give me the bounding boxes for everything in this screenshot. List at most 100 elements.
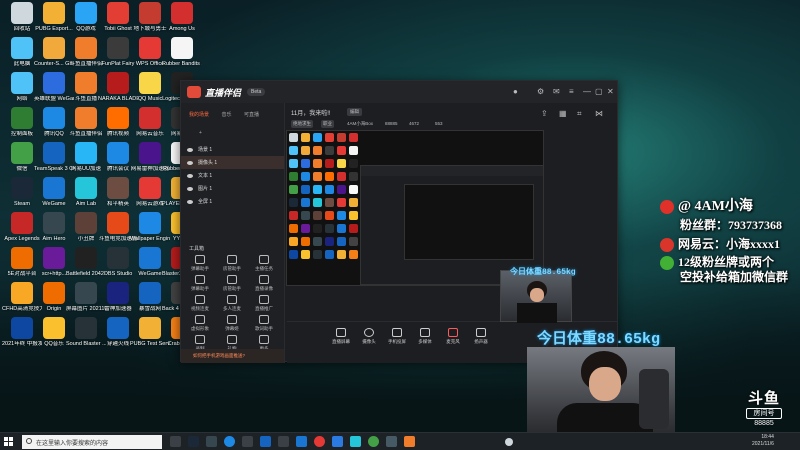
source-camera[interactable]: 摄像头 1: [181, 156, 284, 169]
tool-button[interactable]: 歌词助手: [249, 315, 279, 332]
app-icon: [75, 177, 97, 199]
room-name: 4AM小海Box: [347, 121, 374, 126]
edit-title-button[interactable]: 编辑: [347, 108, 362, 116]
tool-icon: [227, 315, 237, 324]
taskbar-search-input[interactable]: 在这里输入你要搜索的内容: [22, 435, 162, 449]
camera-button[interactable]: 摄像头: [355, 328, 383, 345]
avatar[interactable]: ●: [513, 87, 518, 96]
battlenet-taskbar-icon[interactable]: [260, 436, 271, 447]
microphone-button[interactable]: 麦克风: [439, 328, 467, 345]
app-taskbar-icon[interactable]: [206, 436, 217, 447]
share-icon[interactable]: ⇪: [541, 109, 548, 118]
douyu-taskbar-icon[interactable]: [404, 436, 415, 447]
steam-taskbar-icon[interactable]: [188, 436, 199, 447]
tool-button[interactable]: 主播任务: [249, 255, 279, 272]
edge-taskbar-icon[interactable]: [224, 436, 235, 447]
preview-mini-icon: [313, 237, 322, 246]
app-taskbar-icon[interactable]: [386, 436, 397, 447]
app-icon: [107, 317, 129, 339]
tool-button[interactable]: 弹幕姬: [217, 315, 247, 332]
tab-music[interactable]: 音乐: [221, 111, 231, 118]
tool-button[interactable]: 弹幕助手: [185, 255, 215, 272]
qq-taskbar-icon[interactable]: [332, 436, 343, 447]
tool-button[interactable]: 视频连麦: [185, 295, 215, 312]
phone-cast-button[interactable]: 手机投屏: [383, 328, 411, 345]
app-icon: [11, 37, 33, 59]
source-text[interactable]: 文本 1: [181, 169, 284, 182]
mail-icon[interactable]: ✉: [553, 87, 560, 96]
cloud-tray-icon[interactable]: [505, 438, 513, 446]
minimize-icon[interactable]: —: [583, 87, 591, 96]
app-icon: [107, 2, 129, 24]
wegame-taskbar-icon[interactable]: [296, 436, 307, 447]
monitor-icon: [336, 328, 346, 337]
category-tag[interactable]: 绝地求生: [291, 120, 313, 128]
tool-label: 房管助手: [223, 266, 241, 271]
tool-icon: [259, 275, 269, 284]
tool-button[interactable]: 房管助手: [217, 255, 247, 272]
layout-icon[interactable]: ▦: [559, 109, 567, 118]
settings-icon[interactable]: ⚙: [537, 87, 544, 96]
speaker-button[interactable]: 扬声器: [467, 328, 495, 345]
tool-label: 主播任务: [255, 266, 273, 271]
add-source-icon[interactable]: +: [199, 130, 202, 136]
source-scene[interactable]: 场景 1: [181, 143, 284, 156]
app-icon: [139, 107, 161, 129]
app-taskbar-icon[interactable]: [242, 436, 253, 447]
tab-scenes[interactable]: 我的场景: [189, 111, 209, 118]
app-icon: [43, 177, 65, 199]
eye-icon[interactable]: [187, 173, 193, 178]
wechat-taskbar-icon[interactable]: [368, 436, 379, 447]
wechat-note-line2: 空投补给箱加微信群: [680, 270, 789, 284]
preview-mini-icon: [313, 172, 322, 181]
app-icon: [11, 107, 33, 129]
screen-capture-button[interactable]: 直播屏幕: [327, 328, 355, 345]
app-taskbar-icon[interactable]: [278, 436, 289, 447]
app-taskbar-icon[interactable]: [350, 436, 361, 447]
tool-button[interactable]: 直播录像: [249, 275, 279, 292]
preview-mini-icon: [349, 185, 358, 194]
eye-icon[interactable]: [187, 199, 193, 204]
phone-push-notice[interactable]: 如何把手机游戏画面推送?: [181, 349, 284, 363]
app-icon: [107, 247, 129, 269]
app-icon: [75, 107, 97, 129]
tab-live[interactable]: 可直播: [244, 111, 259, 118]
eye-icon[interactable]: [187, 160, 193, 165]
app-icon: [11, 177, 33, 199]
windows-start-icon[interactable]: [4, 437, 14, 447]
app-icon: [107, 142, 129, 164]
eye-icon[interactable]: [187, 186, 193, 191]
source-fullscreen[interactable]: 全屏 1: [181, 195, 284, 208]
tool-label: 弹幕姬: [225, 326, 239, 331]
app-titlebar[interactable]: 直播伴侣 Beta ● ⚙ ✉ ≡ — ▢ ✕: [181, 81, 617, 103]
menu-icon[interactable]: ≡: [569, 87, 574, 96]
tool-button[interactable]: 虚拟形象: [185, 315, 215, 332]
netease-taskbar-icon[interactable]: [314, 436, 325, 447]
eye-icon[interactable]: [187, 147, 193, 152]
media-button[interactable]: 多媒体: [411, 328, 439, 345]
fans-group: 粉丝群：793737368: [680, 218, 783, 232]
app-icon: [139, 212, 161, 234]
speaker-icon: [476, 328, 486, 337]
tool-button[interactable]: 多人连麦: [217, 295, 247, 312]
preview-mini-icon: [301, 237, 310, 246]
app-icon: [43, 282, 65, 304]
tool-button[interactable]: 直播推广: [249, 295, 279, 312]
screenshot-icon[interactable]: ⌗: [577, 109, 582, 119]
subcategory-tag[interactable]: 职业: [321, 120, 334, 128]
preview-mini-icon: [301, 185, 310, 194]
preview-mini-icon: [289, 159, 298, 168]
maximize-icon[interactable]: ▢: [595, 87, 603, 96]
taskbar-clock[interactable]: 18:44 2021/11/6: [752, 434, 774, 448]
source-list: 场景 1 摄像头 1 文本 1 图片 1 全屏 1: [181, 143, 284, 208]
tool-button[interactable]: 房管助手: [217, 275, 247, 292]
close-icon[interactable]: ✕: [607, 87, 614, 96]
preview-mini-icon: [301, 159, 310, 168]
source-image[interactable]: 图片 1: [181, 182, 284, 195]
weibo-handle: @ 4AM小海: [660, 195, 753, 215]
task-view-icon[interactable]: [170, 436, 181, 447]
app-icon: [107, 177, 129, 199]
share-link-icon[interactable]: ⋈: [595, 109, 603, 118]
tool-button[interactable]: 弹幕助手: [185, 275, 215, 292]
netease-id: 网易云：小海xxxx1: [660, 235, 780, 253]
